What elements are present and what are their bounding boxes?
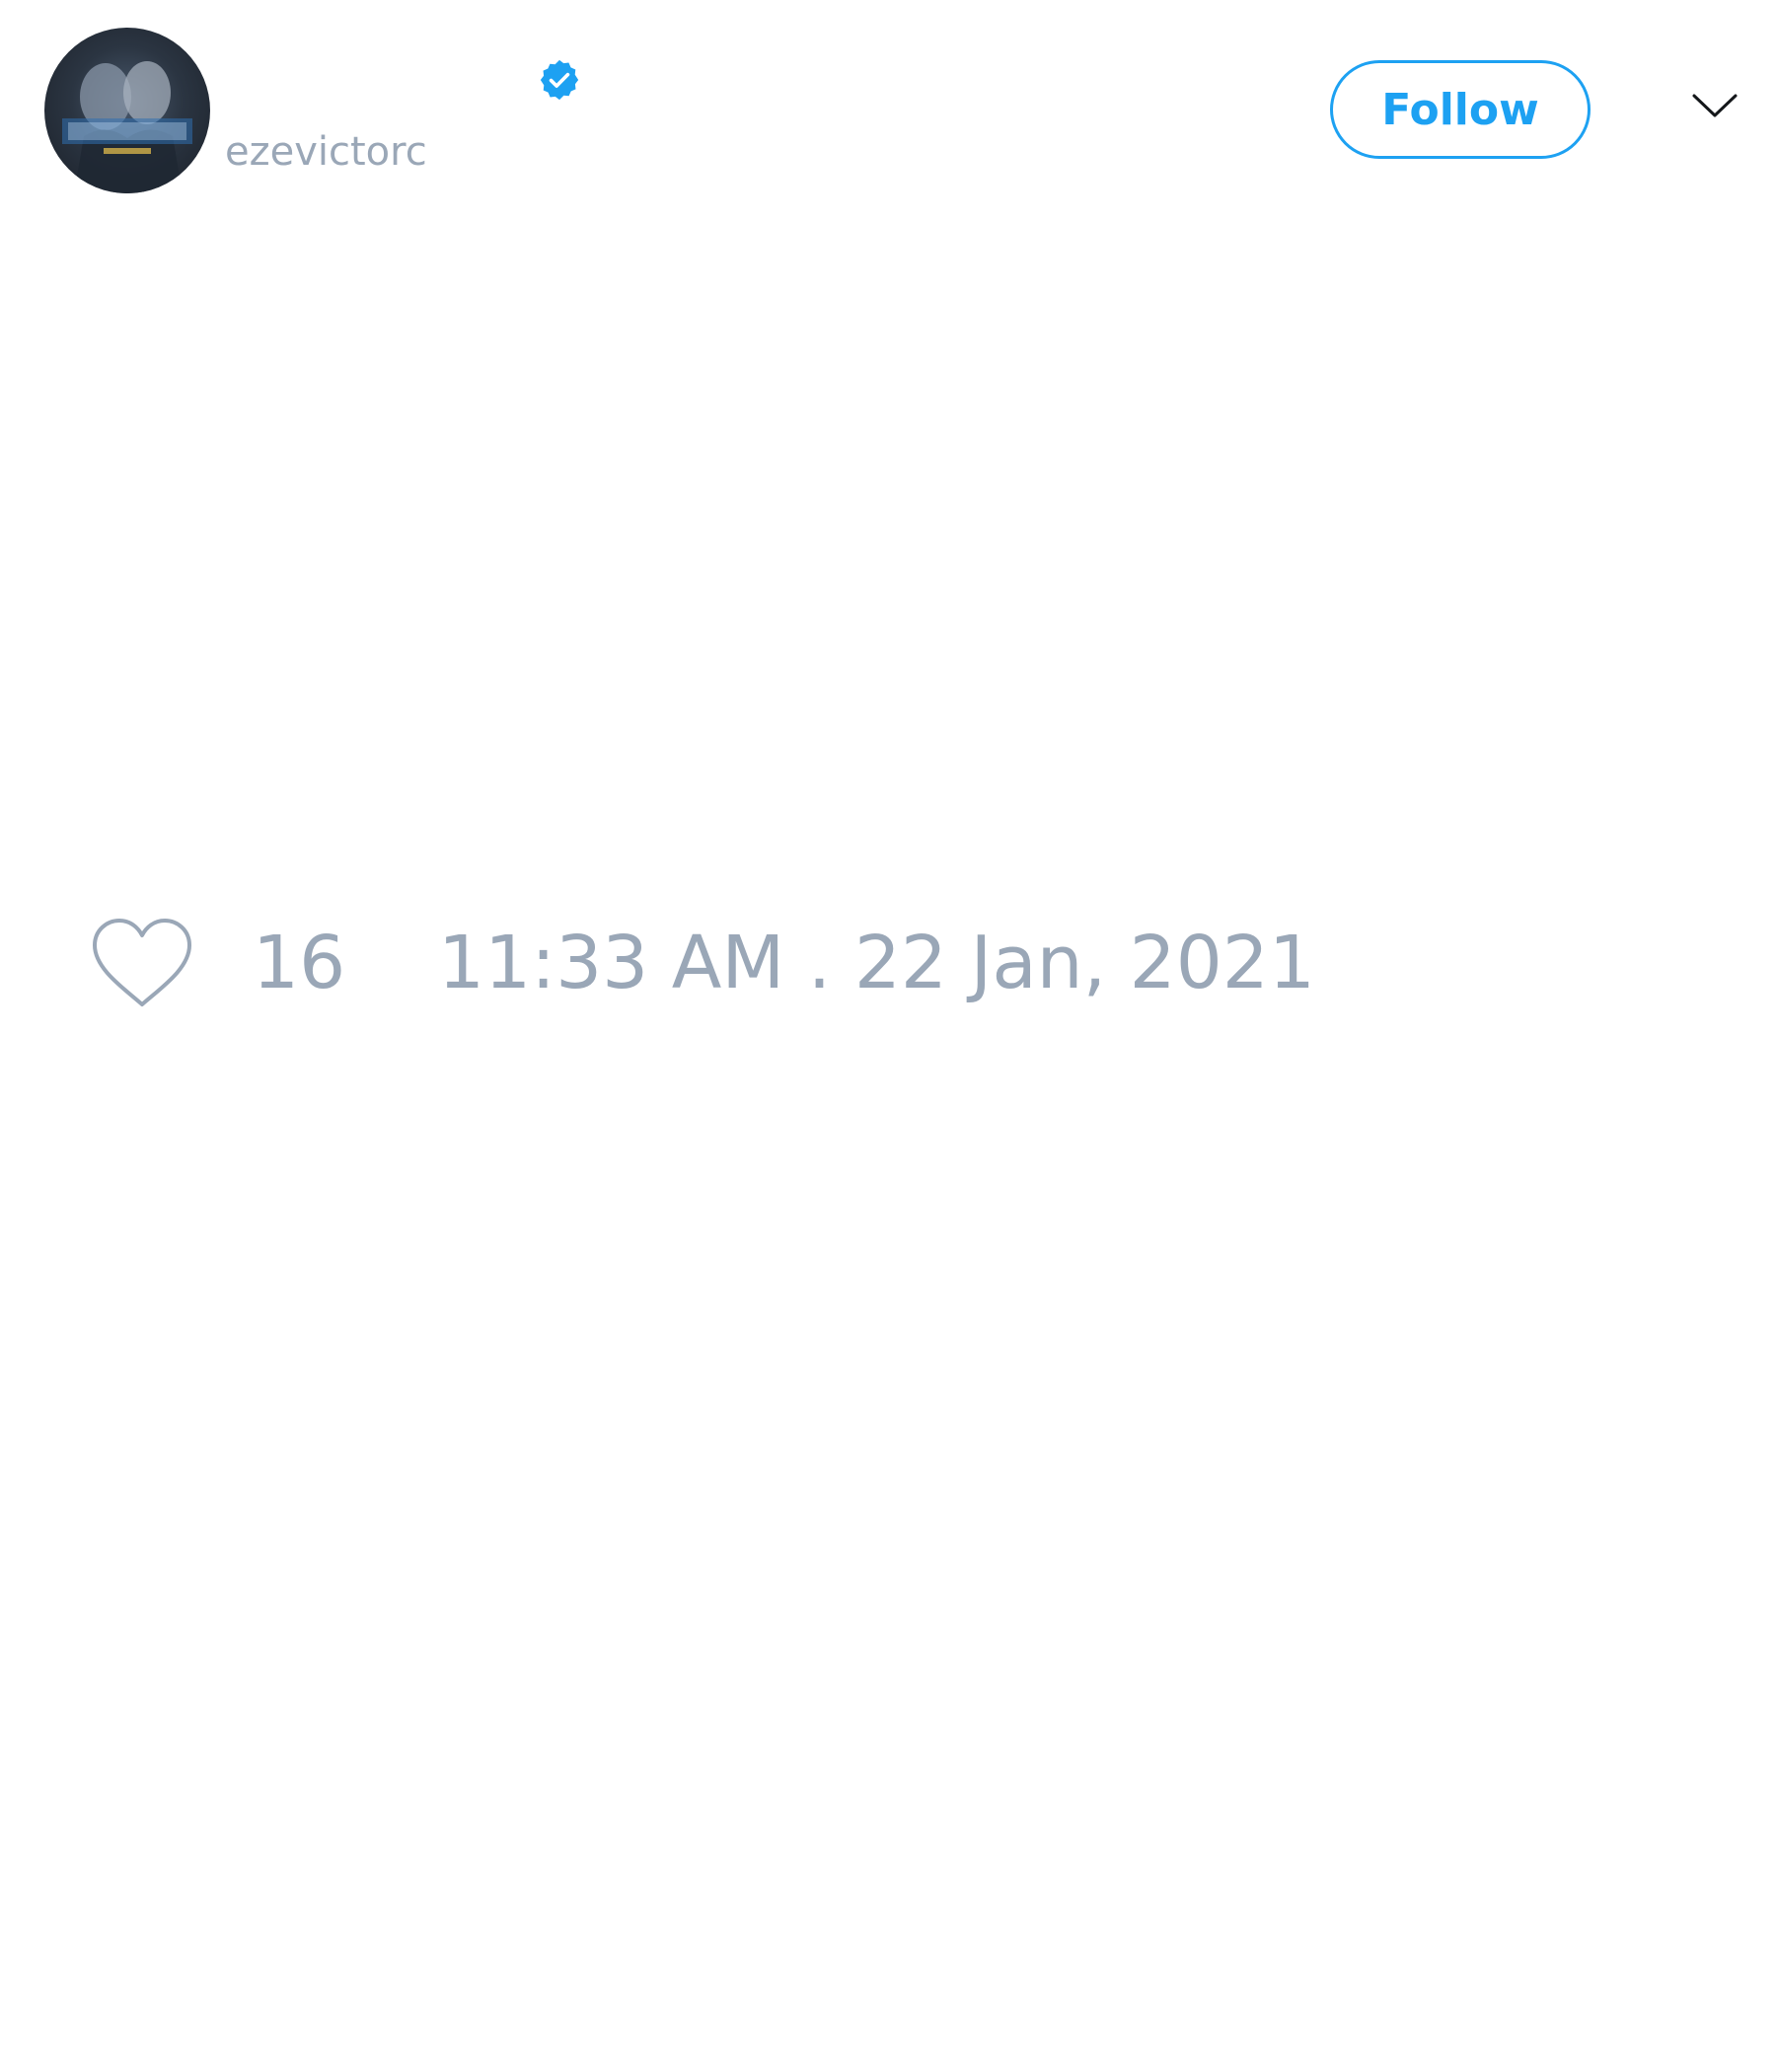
like-count: 16 bbox=[253, 921, 346, 1005]
chevron-down-icon[interactable] bbox=[1691, 91, 1739, 120]
avatar[interactable] bbox=[44, 28, 210, 193]
author-handle[interactable]: ezevictorc bbox=[225, 126, 427, 178]
follow-button[interactable]: Follow bbox=[1330, 60, 1591, 159]
heart-icon[interactable] bbox=[89, 916, 195, 1010]
avatar-image bbox=[62, 61, 192, 193]
tweet-footer: 16 11:33 AM . 22 Jan, 2021 bbox=[0, 916, 1776, 1024]
tweet-card: ezevictorc Follow 16 11:33 AM . 22 Jan, … bbox=[0, 0, 1776, 2072]
verified-badge-icon bbox=[540, 59, 579, 101]
tweet-timestamp[interactable]: 11:33 AM . 22 Jan, 2021 bbox=[438, 922, 1315, 1004]
